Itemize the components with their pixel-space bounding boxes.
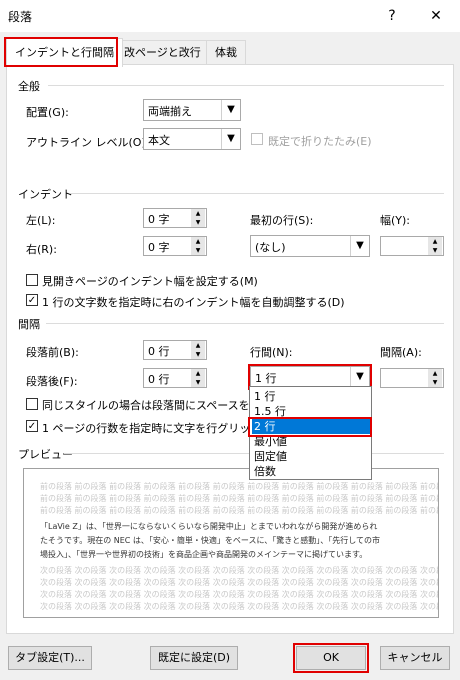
tabs-settings-button[interactable]: タブ設定(T)... bbox=[8, 646, 92, 670]
chevron-down-icon: ▼ bbox=[221, 100, 240, 120]
spacing-heading: 間隔 bbox=[18, 318, 40, 331]
preview-prev-line: 前の段落 前の段落 前の段落 前の段落 前の段落 前の段落 前の段落 前の段落 … bbox=[40, 494, 438, 503]
space-after-spinner[interactable]: 0 行 ▲ ▼ bbox=[143, 368, 207, 388]
preview-prev-line: 前の段落 前の段落 前の段落 前の段落 前の段落 前の段落 前の段落 前の段落 … bbox=[40, 506, 438, 515]
spin-up-icon[interactable]: ▲ bbox=[428, 237, 442, 246]
spin-down-icon[interactable]: ▼ bbox=[191, 218, 205, 227]
alignment-label: 配置(G): bbox=[26, 106, 69, 119]
set-default-button[interactable]: 既定に設定(D) bbox=[150, 646, 238, 670]
tab-page-breaks[interactable]: 改ページと改行 bbox=[115, 40, 210, 65]
spin-up-icon[interactable]: ▲ bbox=[191, 209, 205, 218]
cancel-button[interactable]: キャンセル bbox=[380, 646, 450, 670]
chevron-down-icon: ▼ bbox=[221, 129, 240, 149]
chevron-down-icon: ▼ bbox=[350, 236, 369, 256]
indent-right-label: 右(R): bbox=[26, 243, 57, 256]
width-label: 幅(Y): bbox=[380, 214, 411, 227]
preview-sample-line: 「LaVie Z」は、「世界一にならないくらいなら開発中止」とまでいわれながら開… bbox=[40, 522, 378, 531]
preview-heading: プレビュー bbox=[18, 448, 73, 461]
collapsed-checkbox[interactable] bbox=[251, 133, 263, 145]
dropdown-option[interactable]: 倍数 bbox=[252, 464, 370, 479]
alignment-select[interactable]: 両端揃え ▼ bbox=[143, 99, 241, 121]
spin-up-icon[interactable]: ▲ bbox=[191, 369, 205, 378]
indent-left-value: 0 字 bbox=[148, 213, 170, 226]
alignment-value: 両端揃え bbox=[148, 105, 192, 118]
highlight-option bbox=[248, 417, 372, 437]
highlight-tab bbox=[4, 37, 118, 67]
dropdown-option[interactable]: 固定値 bbox=[252, 449, 370, 464]
space-before-value: 0 行 bbox=[148, 345, 170, 358]
indent-left-label: 左(L): bbox=[26, 214, 56, 227]
first-line-select[interactable]: (なし) ▼ bbox=[250, 235, 370, 257]
dropdown-option[interactable]: 1 行 bbox=[252, 389, 370, 404]
preview-next-line: 次の段落 次の段落 次の段落 次の段落 次の段落 次の段落 次の段落 次の段落 … bbox=[40, 578, 438, 587]
space-before-spinner[interactable]: 0 行 ▲ ▼ bbox=[143, 340, 207, 360]
spin-down-icon[interactable]: ▼ bbox=[428, 246, 442, 255]
close-button[interactable]: ✕ bbox=[422, 4, 450, 28]
outline-level-value: 本文 bbox=[148, 134, 170, 147]
spin-down-icon[interactable]: ▼ bbox=[428, 378, 442, 387]
dont-add-space-label: 同じスタイルの場合は段落間にスペースを追加 bbox=[42, 399, 272, 412]
indent-left-spinner[interactable]: 0 字 ▲ ▼ bbox=[143, 208, 207, 228]
spin-up-icon[interactable]: ▲ bbox=[191, 237, 205, 246]
preview-box: 前の段落 前の段落 前の段落 前の段落 前の段落 前の段落 前の段落 前の段落 … bbox=[23, 468, 439, 618]
indent-heading: インデント bbox=[18, 188, 73, 201]
spacing-at-spinner[interactable]: ▲ ▼ bbox=[380, 368, 444, 388]
dialog-title: 段落 bbox=[8, 10, 33, 24]
help-button[interactable]: ? bbox=[378, 4, 406, 28]
preview-sample-line: たそうです。現在の NEC は、「安心・簡単・快適」をベースに、「驚きと感動」、… bbox=[40, 536, 381, 545]
space-after-value: 0 行 bbox=[148, 373, 170, 386]
spin-down-icon[interactable]: ▼ bbox=[191, 378, 205, 387]
auto-adjust-checkbox[interactable]: ✓ bbox=[26, 294, 38, 306]
outline-level-select[interactable]: 本文 ▼ bbox=[143, 128, 241, 150]
outline-level-label: アウトライン レベル(O): bbox=[26, 136, 150, 149]
first-line-width-spinner[interactable]: ▲ ▼ bbox=[380, 236, 444, 256]
preview-next-line: 次の段落 次の段落 次の段落 次の段落 次の段落 次の段落 次の段落 次の段落 … bbox=[40, 602, 438, 611]
general-separator bbox=[48, 85, 444, 86]
preview-next-line: 次の段落 次の段落 次の段落 次の段落 次の段落 次の段落 次の段落 次の段落 … bbox=[40, 566, 438, 575]
snap-grid-checkbox[interactable]: ✓ bbox=[26, 420, 38, 432]
space-after-label: 段落後(F): bbox=[26, 375, 78, 388]
indent-separator bbox=[70, 193, 444, 194]
spin-up-icon[interactable]: ▲ bbox=[191, 341, 205, 350]
first-line-value: (なし) bbox=[255, 241, 286, 254]
first-line-label: 最初の行(S): bbox=[250, 214, 314, 227]
preview-next-line: 次の段落 次の段落 次の段落 次の段落 次の段落 次の段落 次の段落 次の段落 … bbox=[40, 590, 438, 599]
spin-up-icon[interactable]: ▲ bbox=[428, 369, 442, 378]
dont-add-space-checkbox[interactable] bbox=[26, 398, 38, 410]
general-heading: 全般 bbox=[18, 80, 40, 93]
mirror-indents-checkbox[interactable] bbox=[26, 274, 38, 286]
line-spacing-label: 行間(N): bbox=[250, 346, 293, 359]
preview-sample-line: 場投入」、「世界一や世界初の技術」を商品企画や商品開発のメインテーマに掲げていま… bbox=[40, 550, 368, 559]
spin-down-icon[interactable]: ▼ bbox=[191, 350, 205, 359]
spacing-separator bbox=[46, 323, 444, 324]
highlight-ok bbox=[293, 643, 369, 673]
space-before-label: 段落前(B): bbox=[26, 346, 79, 359]
tab-typography[interactable]: 体裁 bbox=[206, 40, 246, 65]
indent-right-spinner[interactable]: 0 字 ▲ ▼ bbox=[143, 236, 207, 256]
spacing-at-label: 間隔(A): bbox=[380, 346, 422, 359]
collapsed-label: 既定で折りたたみ(E) bbox=[268, 135, 372, 148]
snap-grid-label: 1 ページの行数を指定時に文字を行グリッド bbox=[42, 422, 262, 435]
indent-right-value: 0 字 bbox=[148, 241, 170, 254]
spin-down-icon[interactable]: ▼ bbox=[191, 246, 205, 255]
mirror-indents-label: 見開きページのインデント幅を設定する(M) bbox=[42, 275, 258, 288]
preview-prev-line: 前の段落 前の段落 前の段落 前の段落 前の段落 前の段落 前の段落 前の段落 … bbox=[40, 482, 438, 491]
auto-adjust-label: 1 行の文字数を指定時に右のインデント幅を自動調整する(D) bbox=[42, 296, 345, 309]
